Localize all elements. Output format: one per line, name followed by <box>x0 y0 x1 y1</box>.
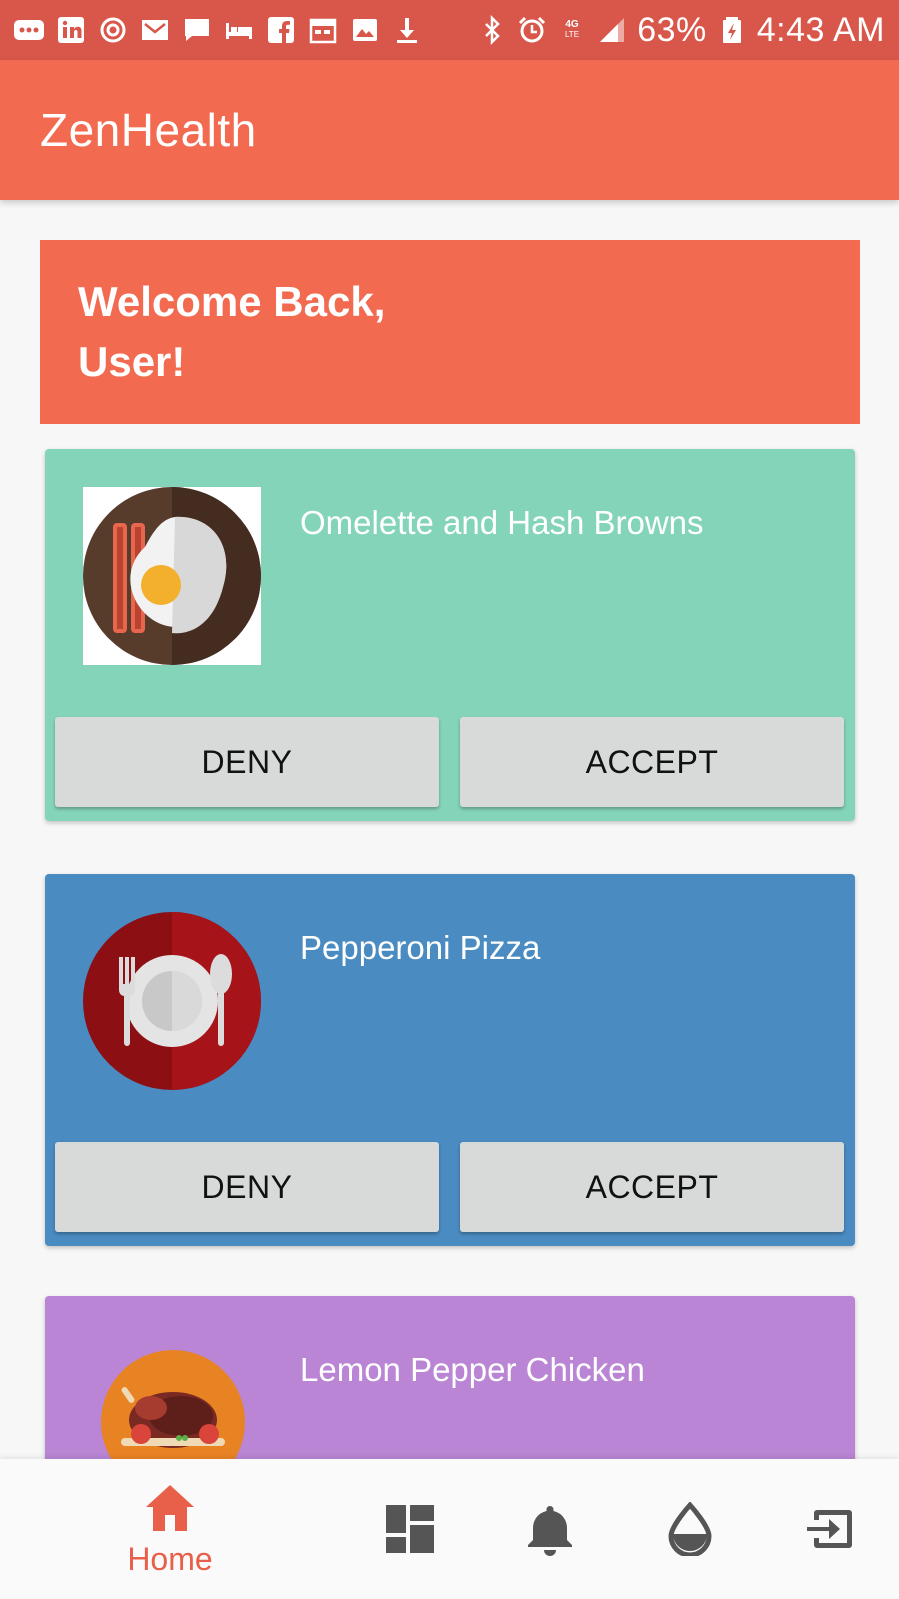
image-icon <box>350 15 380 45</box>
more-icon <box>14 15 44 45</box>
app-title: ZenHealth <box>40 104 257 156</box>
bell-icon <box>528 1506 572 1556</box>
dashboard-icon <box>386 1505 434 1553</box>
facebook-icon <box>266 15 296 45</box>
system-icons: 4G LTE 63% 4:43 AM <box>477 11 885 50</box>
nav-home-label: Home <box>127 1540 213 1577</box>
svg-text:4G: 4G <box>566 19 580 30</box>
app-bar: ZenHealth <box>0 60 899 200</box>
nav-dashboard[interactable] <box>370 1459 450 1599</box>
alarm-icon <box>517 15 547 45</box>
hotel-icon <box>224 15 254 45</box>
bottom-navigation: Home <box>0 1459 899 1599</box>
notification-icons <box>14 15 422 45</box>
clock: 4:43 AM <box>756 10 885 49</box>
status-bar: 4G LTE 63% 4:43 AM <box>0 0 899 60</box>
meal-card: Pepperoni Pizza DENY ACCEPT <box>45 874 855 1246</box>
welcome-text: Welcome Back, User! <box>78 278 386 385</box>
water-drop-icon <box>668 1502 712 1556</box>
download-icon <box>392 15 422 45</box>
meal-card: Omelette and Hash Browns DENY ACCEPT <box>45 449 855 821</box>
linkedin-icon <box>56 15 86 45</box>
logout-icon <box>807 1510 852 1548</box>
home-icon <box>146 1484 194 1531</box>
svg-text:LTE: LTE <box>565 30 579 39</box>
nav-home[interactable]: Home <box>110 1459 230 1599</box>
nav-water[interactable] <box>650 1459 730 1599</box>
battery-icon <box>717 15 747 45</box>
sync-icon <box>98 15 128 45</box>
calendar-icon <box>308 15 338 45</box>
meal-name: Lemon Pepper Chicken <box>300 1351 645 1388</box>
deny-button[interactable]: DENY <box>55 1142 439 1232</box>
meal-name: Omelette and Hash Browns <box>300 504 704 541</box>
plate-cutlery-icon <box>83 912 261 1090</box>
chat-icon <box>182 15 212 45</box>
nav-logout[interactable] <box>790 1459 870 1599</box>
welcome-banner: Welcome Back, User! <box>40 240 860 424</box>
bluetooth-icon <box>477 15 507 45</box>
lte-icon: 4G LTE <box>557 15 587 45</box>
signal-icon <box>597 15 627 45</box>
battery-percent: 63% <box>637 10 707 49</box>
mail-icon <box>140 15 170 45</box>
deny-button[interactable]: DENY <box>55 717 439 807</box>
bacon-egg-icon <box>83 487 261 665</box>
accept-button[interactable]: ACCEPT <box>460 717 844 807</box>
meal-name: Pepperoni Pizza <box>300 929 541 966</box>
nav-notifications[interactable] <box>510 1459 590 1599</box>
accept-button[interactable]: ACCEPT <box>460 1142 844 1232</box>
